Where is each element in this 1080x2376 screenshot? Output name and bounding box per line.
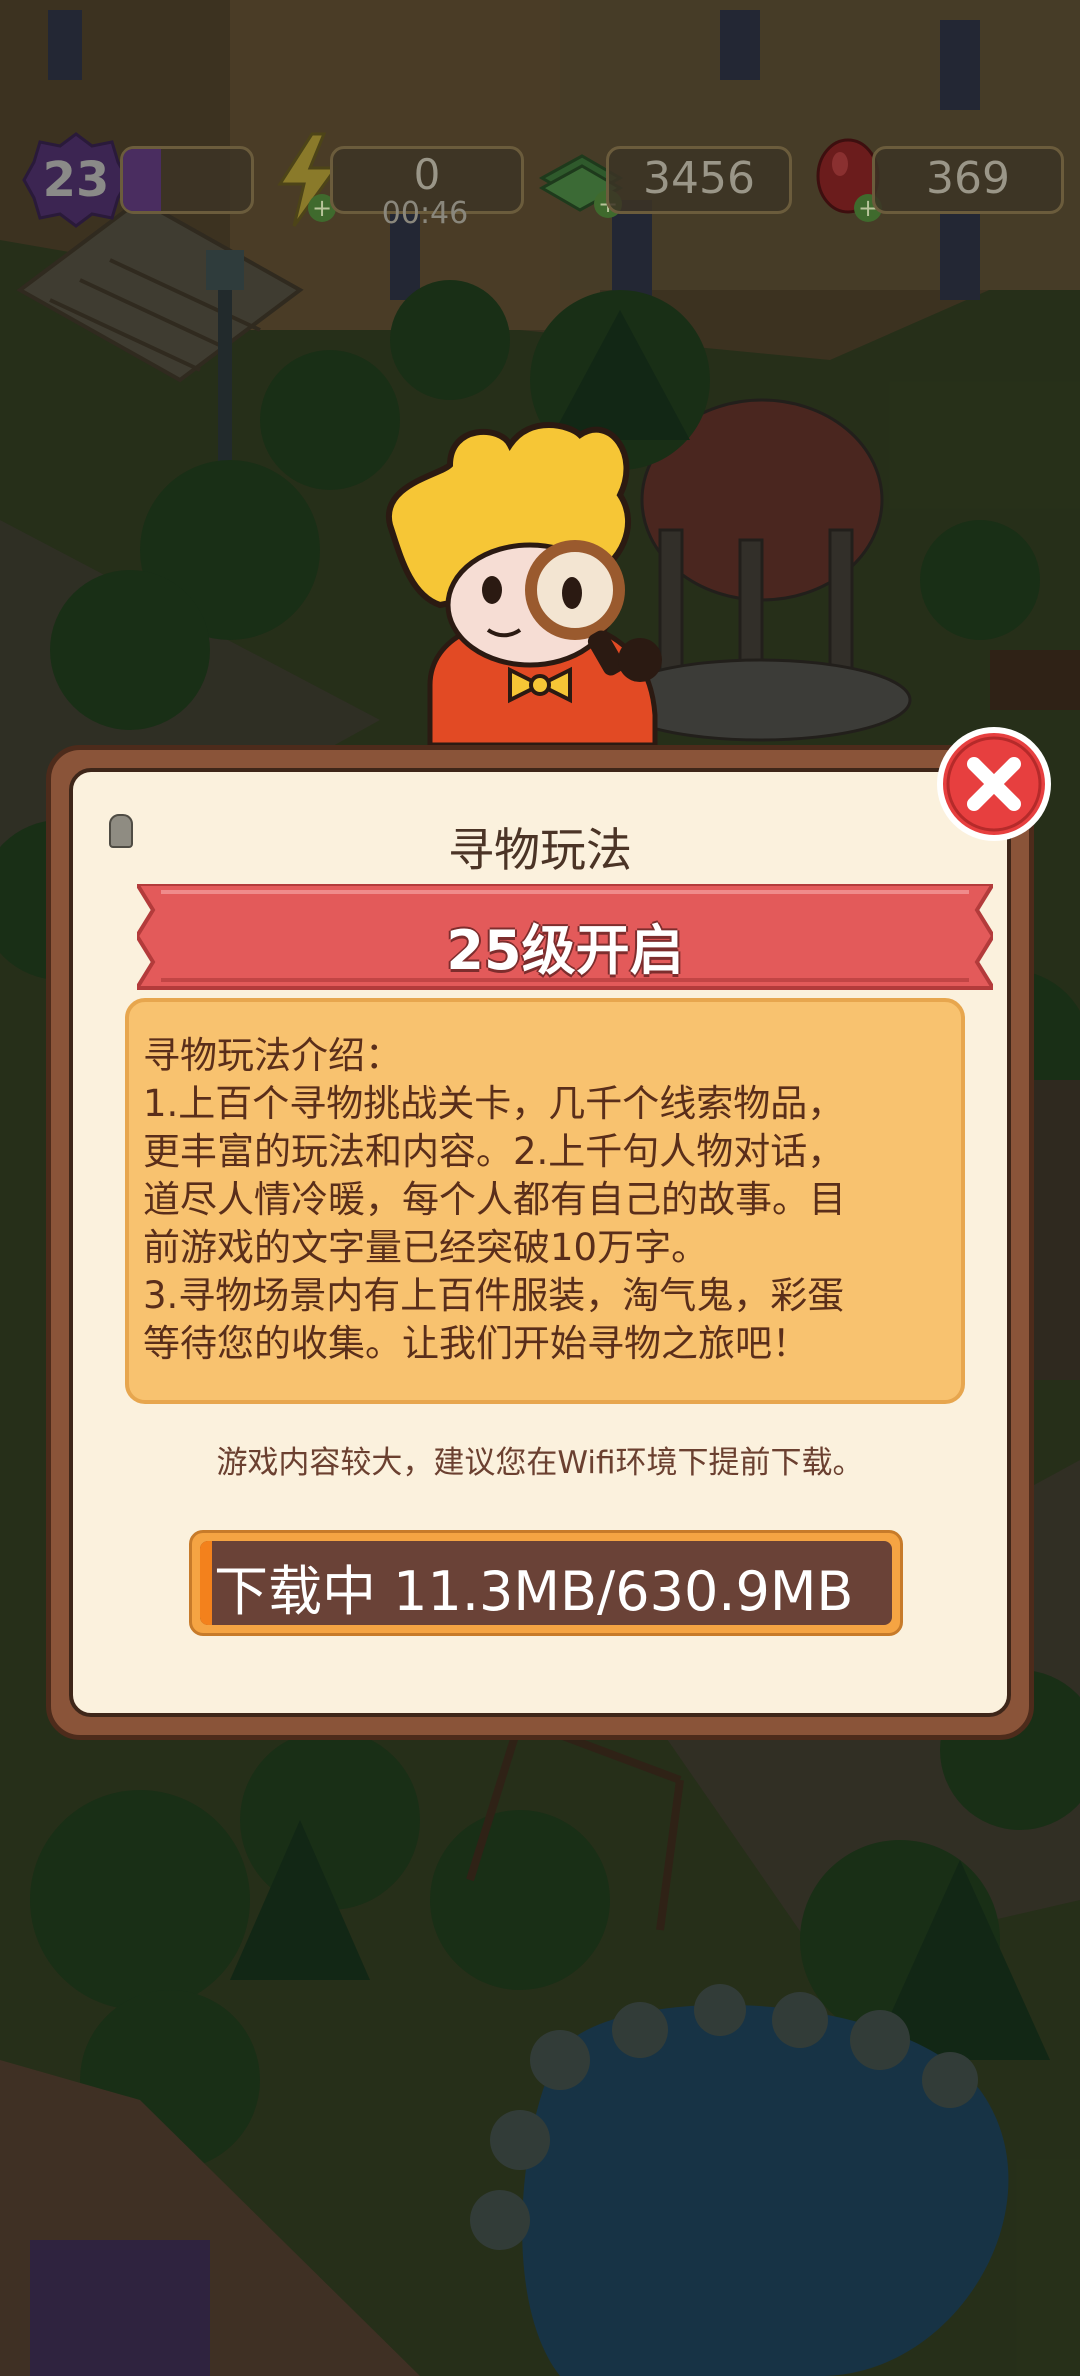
intro-line: 等待您的收集。让我们开始寻物之旅吧！ (143, 1322, 809, 1365)
top-hud: 23 + 0 00:46 + 3456 + 369 (0, 132, 1080, 231)
download-status-label: 下载中 11.3MB/630.9MB (214, 1560, 854, 1623)
intro-description-box: 寻物玩法介绍： 1.上百个寻物挑战关卡，几千个线索物品， 更丰富的玩法和内容。2… (125, 998, 965, 1404)
intro-line: 1.上百个寻物挑战关卡，几千个线索物品， (143, 1082, 845, 1125)
intro-line: 前游戏的文字量已经突破10万字。 (143, 1226, 709, 1269)
detective-mascot-illustration (385, 422, 662, 745)
energy-refill-timer: 00:46 (381, 196, 469, 231)
download-progress-fill (200, 1541, 213, 1625)
dialog-title: 寻物玩法 (448, 823, 632, 877)
intro-line: 寻物玩法介绍： (143, 1034, 402, 1077)
unlock-ribbon (137, 884, 993, 990)
player-level: 23 (42, 152, 110, 208)
intro-line: 道尽人情冷暖，每个人都有自己的故事。目 (143, 1178, 846, 1221)
intro-line: 3.寻物场景内有上百件服装，淘气鬼，彩蛋 (143, 1274, 845, 1317)
xp-progress-bar (120, 146, 254, 214)
intro-line: 更丰富的玩法和内容。2.上千句人物对话， (143, 1130, 845, 1173)
gem-counter[interactable]: 369 (872, 146, 1064, 214)
unlock-dialog: 寻物玩法 25级开启 寻物玩法介绍： 1.上百个寻物挑战关卡，几千个线索物品， … (46, 745, 1034, 1740)
wifi-download-tip: 游戏内容较大，建议您在Wifi环境下提前下载。 (216, 1445, 864, 1481)
dialog-panel: 寻物玩法 25级开启 寻物玩法介绍： 1.上百个寻物挑战关卡，几千个线索物品， … (69, 768, 1011, 1717)
download-progress-button[interactable]: 下载中 11.3MB/630.9MB (189, 1530, 903, 1636)
xp-progress-fill (123, 149, 162, 211)
close-button[interactable] (936, 726, 1052, 842)
cash-counter[interactable]: 3456 (606, 146, 792, 214)
